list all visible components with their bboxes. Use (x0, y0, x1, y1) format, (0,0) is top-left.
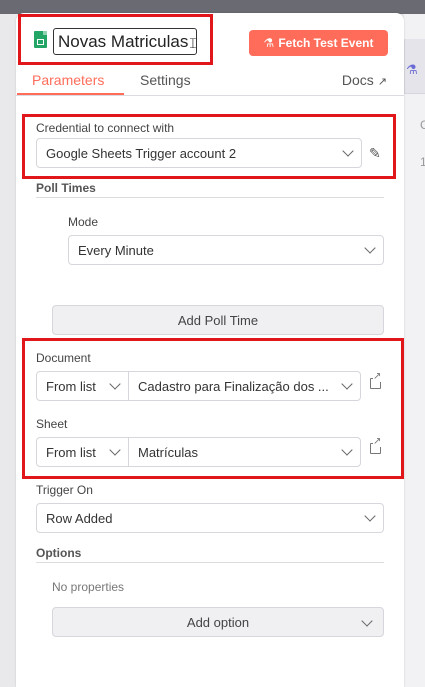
node-name-input[interactable]: Novas Matriculas (53, 28, 197, 55)
trigger-on-select[interactable]: Row Added (36, 503, 384, 533)
options-label: Options (36, 546, 82, 560)
google-sheets-icon (34, 31, 47, 48)
add-option-label: Add option (186, 614, 250, 630)
top-bar (0, 0, 425, 14)
mode-label: Mode (68, 215, 99, 229)
mode-select[interactable]: Every Minute (68, 235, 384, 265)
tab-bar: Parameters Settings Docs ↗ (16, 69, 404, 96)
chevron-down-icon (361, 615, 373, 627)
pencil-icon[interactable]: ✎ (369, 145, 381, 162)
sheet-source-select[interactable]: From list (36, 437, 129, 467)
add-option-button[interactable]: Add option (52, 607, 384, 637)
output-text-fragment: 1 (420, 155, 425, 169)
add-poll-time-button[interactable]: Add Poll Time (52, 305, 384, 335)
chevron-down-icon (109, 444, 121, 456)
sheet-value: Matrículas (138, 444, 198, 460)
flask-icon: ⚗ (406, 62, 418, 77)
text-cursor-icon: 𝙸 (188, 35, 198, 51)
mode-value: Every Minute (78, 242, 154, 258)
chevron-down-icon (109, 378, 121, 390)
output-text-fragment: C (420, 118, 425, 132)
section-divider (36, 197, 384, 198)
document-select[interactable]: Cadastro para Finalização dos ... (128, 371, 361, 401)
chevron-down-icon (364, 510, 376, 522)
chevron-down-icon (341, 378, 353, 390)
document-label: Document (36, 351, 91, 365)
chevron-down-icon (341, 444, 353, 456)
document-value: Cadastro para Finalização dos ... (138, 378, 329, 394)
flask-icon: ⚗ (263, 36, 275, 50)
docs-label: Docs (341, 72, 374, 88)
external-link-icon[interactable] (370, 372, 382, 389)
sheet-select[interactable]: Matrículas (128, 437, 361, 467)
fetch-test-event-button[interactable]: ⚗ Fetch Test Event (249, 30, 388, 56)
sheet-label: Sheet (36, 417, 68, 431)
fetch-test-event-label: Fetch Test Event (278, 36, 374, 50)
tab-settings[interactable]: Settings (140, 72, 191, 88)
sheet-source-value: From list (46, 444, 96, 460)
active-tab-indicator (17, 93, 124, 95)
credential-select[interactable]: Google Sheets Trigger account 2 (36, 138, 362, 168)
node-header: Novas Matriculas 𝙸 ⚗ Fetch Test Event (16, 13, 404, 69)
tab-parameters[interactable]: Parameters (32, 72, 104, 88)
chevron-down-icon (342, 145, 354, 157)
trigger-on-value: Row Added (46, 510, 113, 526)
document-source-select[interactable]: From list (36, 371, 129, 401)
no-properties-text: No properties (52, 580, 125, 594)
credential-value: Google Sheets Trigger account 2 (46, 145, 237, 161)
external-link-icon: ↗ (377, 76, 387, 88)
poll-times-label: Poll Times (36, 181, 96, 195)
node-parameters-panel: Novas Matriculas 𝙸 ⚗ Fetch Test Event Pa… (16, 13, 404, 687)
credential-label: Credential to connect with (36, 121, 175, 135)
output-panel-edge: ⚗ C 1 (404, 14, 425, 687)
document-source-value: From list (46, 378, 96, 394)
section-divider (36, 562, 384, 563)
docs-link[interactable]: Docs ↗ (342, 72, 387, 88)
external-link-icon[interactable] (370, 437, 382, 454)
trigger-on-label: Trigger On (36, 483, 93, 497)
chevron-down-icon (364, 242, 376, 254)
